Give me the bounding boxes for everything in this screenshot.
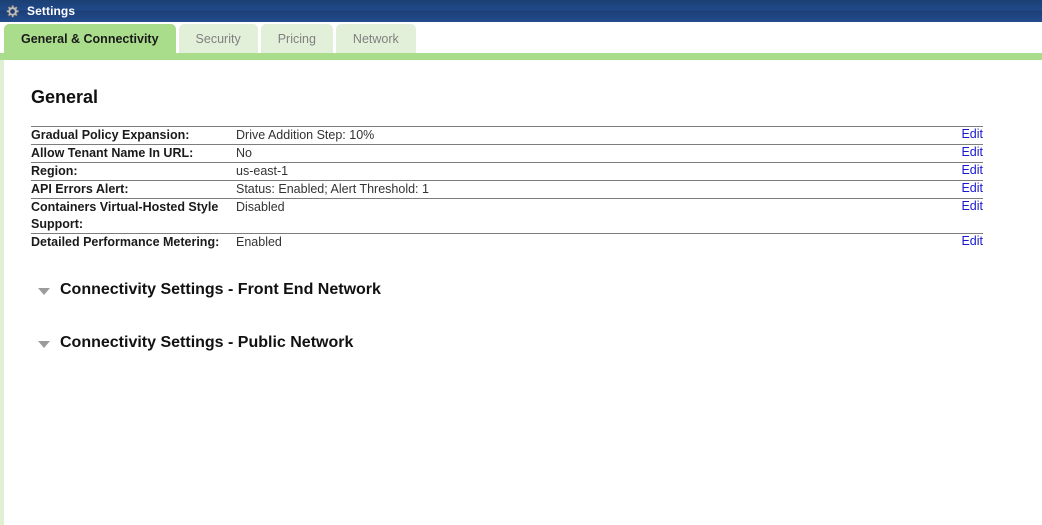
general-settings-table: Gradual Policy Expansion: Drive Addition…	[31, 126, 983, 251]
section-public-network[interactable]: Connectivity Settings - Public Network	[31, 334, 353, 352]
tab-label: Security	[195, 31, 241, 46]
setting-value: Status: Enabled; Alert Threshold: 1	[236, 180, 911, 199]
edit-link[interactable]: Edit	[961, 199, 983, 213]
edit-cell: Edit	[911, 162, 983, 181]
setting-value: No	[236, 144, 911, 163]
table-row: Containers Virtual-Hosted Style Support:…	[31, 198, 983, 234]
setting-label: API Errors Alert:	[31, 180, 236, 199]
settings-content: General Gradual Policy Expansion: Drive …	[4, 60, 1042, 525]
table-row: API Errors Alert: Status: Enabled; Alert…	[31, 180, 983, 199]
section-heading: Connectivity Settings - Public Network	[60, 334, 354, 351]
section-front-end-network[interactable]: Connectivity Settings - Front End Networ…	[31, 281, 381, 299]
page-body: General Gradual Policy Expansion: Drive …	[0, 60, 1042, 525]
section-heading: Connectivity Settings - Front End Networ…	[60, 281, 381, 298]
tab-pricing[interactable]: Pricing	[260, 24, 333, 53]
edit-cell: Edit	[911, 144, 983, 163]
setting-label: Region:	[31, 162, 236, 181]
setting-value: Enabled	[236, 233, 911, 251]
window-titlebar: Settings	[0, 0, 1042, 22]
tab-underline-bar	[0, 53, 1042, 60]
setting-label: Allow Tenant Name In URL:	[31, 144, 236, 163]
window-title: Settings	[27, 4, 76, 18]
tab-network[interactable]: Network	[335, 24, 416, 53]
setting-label: Detailed Performance Metering:	[31, 233, 236, 251]
setting-label: Containers Virtual-Hosted Style Support:	[31, 198, 236, 234]
setting-value: Drive Addition Step: 10%	[236, 126, 911, 145]
edit-cell: Edit	[911, 126, 983, 145]
tab-bar: General & Connectivity Security Pricing …	[0, 22, 1042, 53]
setting-label: Gradual Policy Expansion:	[31, 126, 236, 145]
caret-down-icon	[38, 287, 50, 295]
table-row: Region: us-east-1 Edit	[31, 162, 983, 181]
edit-link[interactable]: Edit	[961, 163, 983, 177]
gear-icon	[6, 4, 19, 18]
edit-link[interactable]: Edit	[961, 145, 983, 159]
edit-cell: Edit	[911, 180, 983, 199]
caret-down-icon	[38, 340, 50, 348]
table-row: Allow Tenant Name In URL: No Edit	[31, 144, 983, 163]
tab-label: General & Connectivity	[21, 31, 159, 46]
edit-cell: Edit	[911, 233, 983, 251]
tab-label: Network	[352, 31, 399, 46]
setting-value: Disabled	[236, 198, 911, 234]
edit-link[interactable]: Edit	[961, 181, 983, 195]
setting-value: us-east-1	[236, 162, 911, 181]
tab-general-and-connectivity[interactable]: General & Connectivity	[4, 24, 176, 53]
tab-security[interactable]: Security	[178, 24, 258, 53]
page-title: General	[31, 87, 99, 107]
table-row: Detailed Performance Metering: Enabled E…	[31, 233, 983, 251]
edit-link[interactable]: Edit	[961, 127, 983, 141]
edit-link[interactable]: Edit	[961, 234, 983, 248]
table-row: Gradual Policy Expansion: Drive Addition…	[31, 126, 983, 145]
tab-label: Pricing	[277, 31, 316, 46]
edit-cell: Edit	[911, 198, 983, 234]
